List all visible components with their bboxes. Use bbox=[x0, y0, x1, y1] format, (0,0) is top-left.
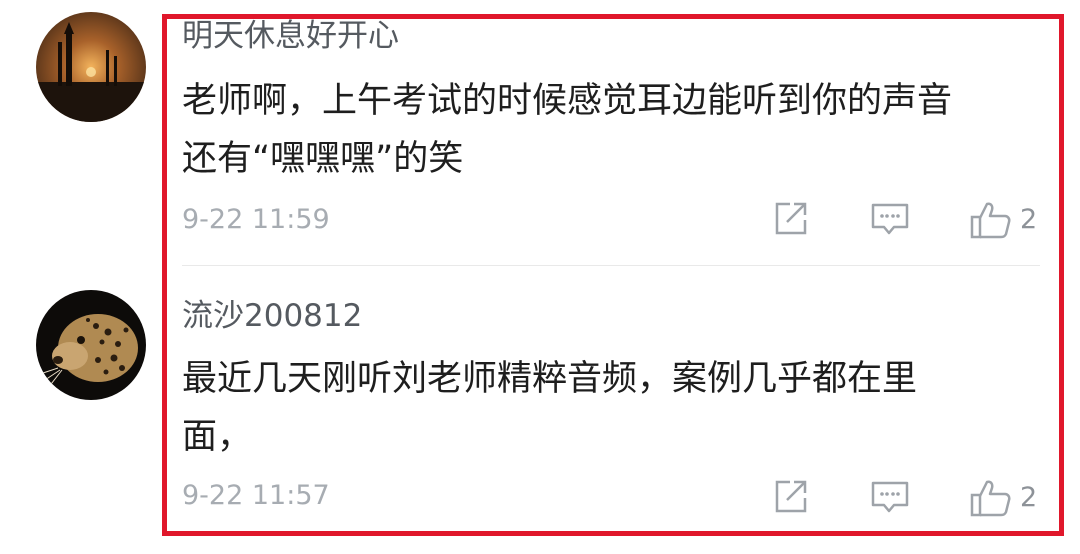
share-icon bbox=[775, 202, 807, 235]
like-count: 2 bbox=[1020, 482, 1038, 513]
user-avatar[interactable] bbox=[36, 290, 146, 400]
username[interactable]: 流沙200812 bbox=[182, 296, 362, 336]
reply-button[interactable] bbox=[870, 478, 910, 516]
like-button[interactable]: 2 bbox=[970, 478, 1037, 518]
comment-text: 最近几天刚听刘老师精粹音频，案例几乎都在里 面， bbox=[182, 350, 1052, 466]
sunset-silhouette-avatar-icon bbox=[36, 12, 146, 122]
comment-item: 明天休息好开心 老师啊，上午考试的时候感觉耳边能听到你的声音 还有“嘿嘿嘿”的笑… bbox=[0, 0, 1080, 266]
like-button[interactable]: 2 bbox=[970, 200, 1037, 240]
user-avatar[interactable] bbox=[36, 12, 146, 122]
share-button[interactable] bbox=[772, 200, 810, 238]
comment-icon bbox=[871, 203, 909, 235]
thumbs-up-icon bbox=[970, 480, 1011, 517]
username[interactable]: 明天休息好开心 bbox=[182, 16, 399, 56]
reply-button[interactable] bbox=[870, 200, 910, 238]
share-button[interactable] bbox=[772, 478, 810, 516]
comment-text-line: 老师啊，上午考试的时候感觉耳边能听到你的声音 bbox=[182, 81, 953, 121]
like-count: 2 bbox=[1020, 204, 1038, 235]
comment-timestamp: 9-22 11:59 bbox=[182, 204, 330, 235]
comment-icon bbox=[871, 481, 909, 513]
comment-timestamp: 9-22 11:57 bbox=[182, 480, 330, 511]
leopard-avatar-icon bbox=[36, 290, 146, 400]
comment-text: 老师啊，上午考试的时候感觉耳边能听到你的声音 还有“嘿嘿嘿”的笑 bbox=[182, 72, 1052, 188]
comment-item: 流沙200812 最近几天刚听刘老师精粹音频，案例几乎都在里 面， 9-22 1… bbox=[0, 266, 1080, 554]
comment-text-line: 面， bbox=[182, 417, 253, 457]
comment-text-line: 最近几天刚听刘老师精粹音频，案例几乎都在里 bbox=[182, 359, 918, 399]
share-icon bbox=[775, 480, 807, 513]
thumbs-up-icon bbox=[970, 202, 1011, 239]
comment-text-line: 还有“嘿嘿嘿”的笑 bbox=[182, 139, 464, 179]
